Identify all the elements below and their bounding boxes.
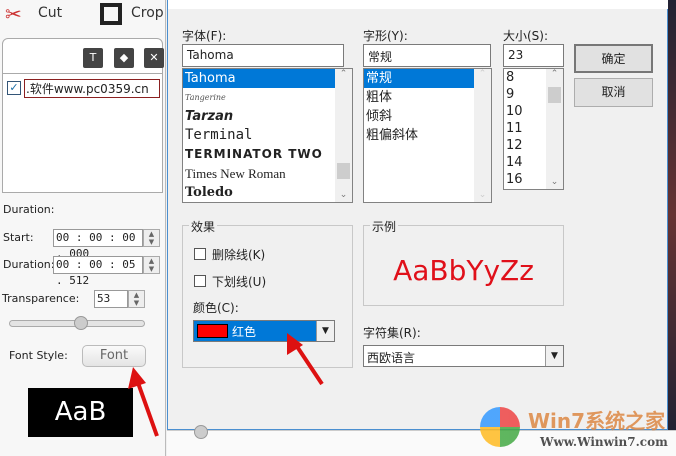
annotation-arrows xyxy=(128,333,324,437)
red-arrow-icon xyxy=(128,367,159,437)
red-arrow-icon xyxy=(287,333,324,386)
